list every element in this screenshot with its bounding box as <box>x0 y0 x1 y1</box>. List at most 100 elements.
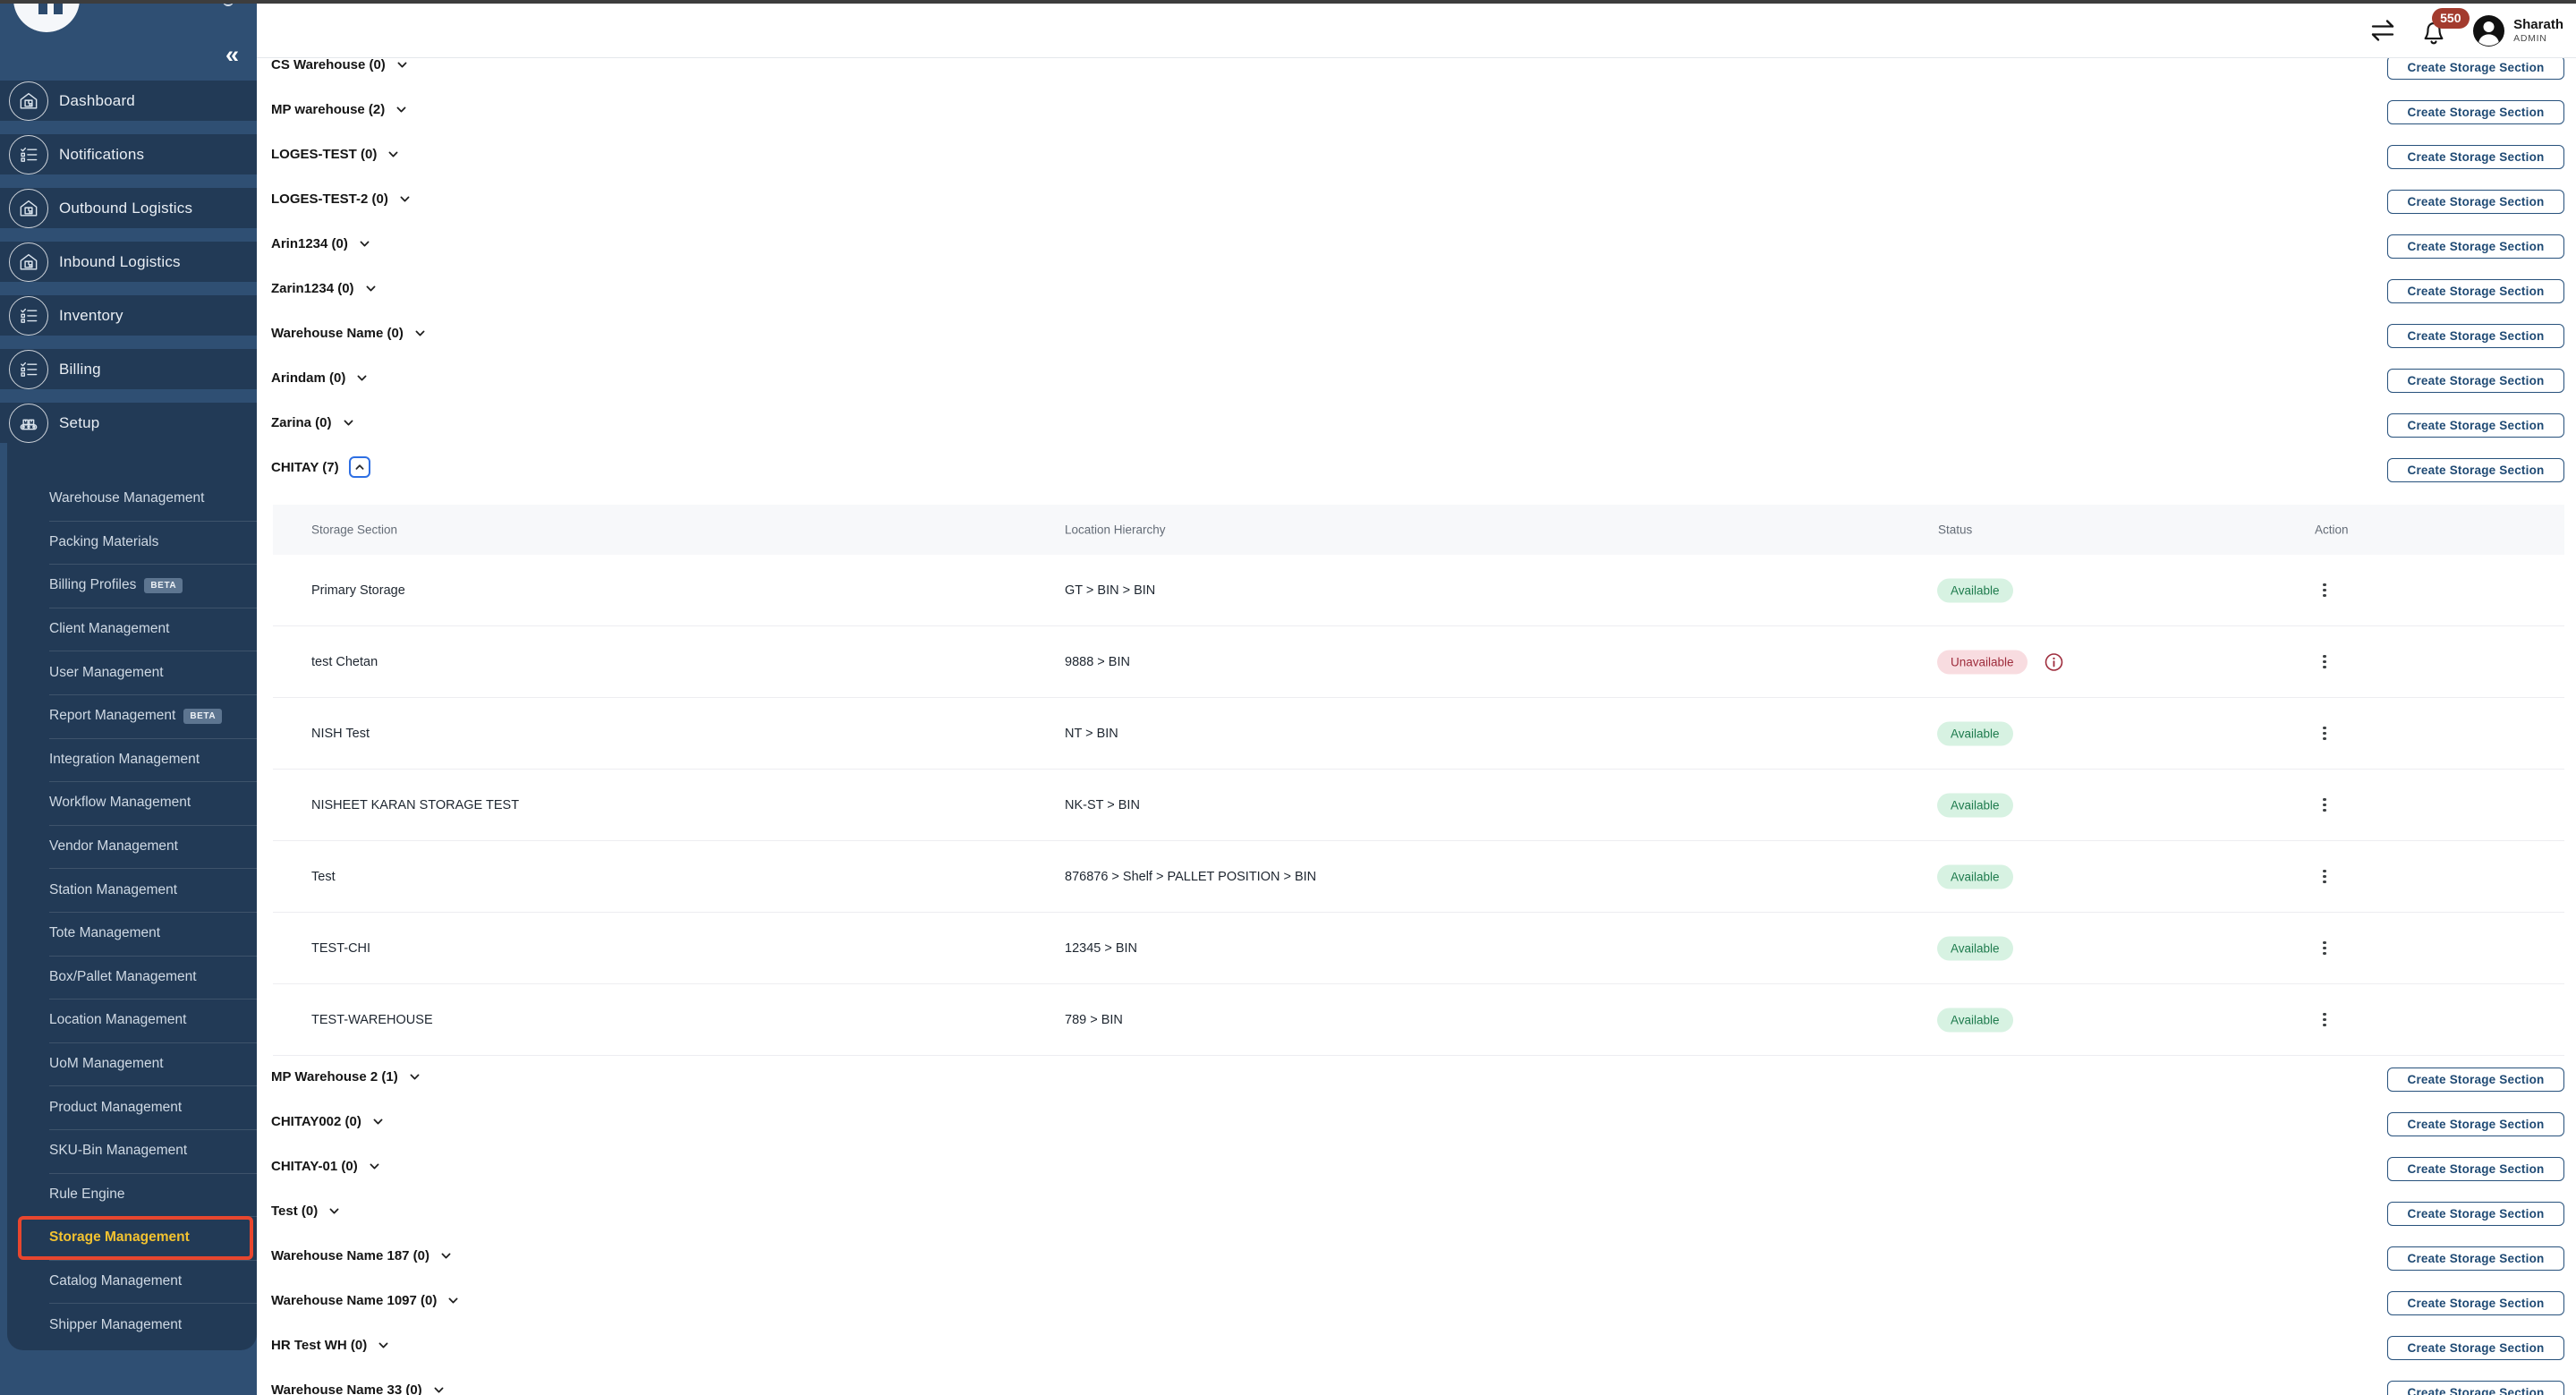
create-storage-section-button[interactable]: Create Storage Section <box>2387 145 2564 169</box>
submenu-item-label: Storage Management <box>49 1229 190 1246</box>
create-storage-section-button[interactable]: Create Storage Section <box>2387 1112 2564 1136</box>
chevron-down-icon[interactable] <box>395 103 408 116</box>
info-icon[interactable] <box>2044 651 2064 672</box>
table-row: TEST-CHI 12345 > BIN Available <box>273 913 2564 984</box>
chevron-down-icon[interactable] <box>355 371 369 385</box>
submenu-item[interactable]: Report Management BETA <box>7 694 257 738</box>
sidebar-menu-item[interactable]: Notifications <box>0 134 257 174</box>
create-storage-section-button[interactable]: Create Storage Section <box>2387 1291 2564 1315</box>
sidebar-menu-item[interactable]: Inbound Logistics <box>0 242 257 282</box>
warehouse-name: LOGES-TEST-2 (0) <box>271 191 388 207</box>
submenu-item[interactable]: Box/Pallet Management <box>7 956 257 999</box>
kebab-menu-icon[interactable] <box>2320 795 2329 815</box>
beta-badge: BETA <box>144 578 183 593</box>
create-storage-section-button[interactable]: Create Storage Section <box>2387 100 2564 124</box>
create-storage-section-button[interactable]: Create Storage Section <box>2387 413 2564 438</box>
submenu-item[interactable]: Storage Management <box>7 1216 257 1260</box>
status-cell: Available <box>1937 936 2013 960</box>
sidebar-menu-item[interactable]: Outbound Logistics <box>0 188 257 228</box>
chevron-down-icon[interactable] <box>432 1383 446 1395</box>
create-storage-section-button[interactable]: Create Storage Section <box>2387 1068 2564 1092</box>
warehouse-icon <box>9 189 48 228</box>
status-badge: Available <box>1937 936 2013 960</box>
create-storage-section-button[interactable]: Create Storage Section <box>2387 1246 2564 1271</box>
warehouse-name: Warehouse Name (0) <box>271 326 404 341</box>
sidebar-menu-item[interactable]: Inventory <box>0 295 257 336</box>
kebab-menu-icon[interactable] <box>2320 581 2329 600</box>
column-header-action: Action <box>2315 523 2349 537</box>
chevron-down-icon[interactable] <box>327 1204 341 1218</box>
chevron-down-icon[interactable] <box>387 148 400 161</box>
action-cell <box>2320 1010 2329 1030</box>
create-storage-section-button[interactable]: Create Storage Section <box>2387 1381 2564 1395</box>
kebab-menu-icon[interactable] <box>2320 867 2329 887</box>
location-hierarchy-cell: 876876 > Shelf > PALLET POSITION > BIN <box>1065 870 1316 884</box>
storage-section-cell: Primary Storage <box>311 583 405 598</box>
submenu-item[interactable]: Vendor Management <box>7 825 257 869</box>
submenu-item[interactable]: User Management <box>7 651 257 694</box>
submenu-item[interactable]: Catalog Management <box>7 1260 257 1304</box>
create-storage-section-button[interactable]: Create Storage Section <box>2387 55 2564 80</box>
chevron-down-icon[interactable] <box>446 1294 460 1307</box>
submenu-item[interactable]: Billing Profiles BETA <box>7 564 257 608</box>
warehouse-name: LOGES-TEST (0) <box>271 147 377 162</box>
app-logo[interactable] <box>13 0 80 32</box>
chevron-down-icon[interactable] <box>368 1160 381 1173</box>
kebab-menu-icon[interactable] <box>2320 1010 2329 1030</box>
chevron-down-icon[interactable] <box>377 1339 390 1352</box>
create-storage-section-button[interactable]: Create Storage Section <box>2387 458 2564 482</box>
chevron-down-icon[interactable] <box>342 416 355 430</box>
submenu-item[interactable]: Integration Management <box>7 738 257 782</box>
chevron-down-icon[interactable] <box>413 327 427 340</box>
create-storage-section-button[interactable]: Create Storage Section <box>2387 279 2564 303</box>
create-storage-section-button[interactable]: Create Storage Section <box>2387 1202 2564 1226</box>
submenu-item[interactable]: Location Management <box>7 999 257 1042</box>
submenu-item[interactable]: Station Management <box>7 868 257 912</box>
sidebar-menu-item[interactable]: Dashboard <box>0 81 257 121</box>
sidebar-collapse-icon[interactable]: « <box>225 43 239 67</box>
sidebar-menu-item[interactable]: Setup <box>0 403 257 443</box>
submenu-item[interactable]: Client Management <box>7 608 257 651</box>
status-badge: Available <box>1937 864 2013 889</box>
swap-arrows-icon[interactable] <box>2368 18 2397 43</box>
submenu-item[interactable]: Shipper Management <box>7 1303 257 1347</box>
submenu-item[interactable]: Product Management <box>7 1085 257 1129</box>
submenu-item[interactable]: UoM Management <box>7 1042 257 1086</box>
kebab-menu-icon[interactable] <box>2320 939 2329 958</box>
create-storage-section-button[interactable]: Create Storage Section <box>2387 1336 2564 1360</box>
submenu-item[interactable]: Packing Materials <box>7 521 257 565</box>
create-storage-section-button[interactable]: Create Storage Section <box>2387 1157 2564 1181</box>
warehouse-icon <box>9 242 48 282</box>
table-row: TEST-WAREHOUSE 789 > BIN Available <box>273 984 2564 1056</box>
create-storage-section-button[interactable]: Create Storage Section <box>2387 190 2564 214</box>
create-storage-section-button[interactable]: Create Storage Section <box>2387 324 2564 348</box>
kebab-menu-icon[interactable] <box>2320 724 2329 744</box>
action-cell <box>2320 652 2329 672</box>
chevron-down-icon[interactable] <box>439 1249 453 1263</box>
status-cell: Available <box>1937 721 2013 745</box>
chevron-up-icon[interactable] <box>349 456 370 478</box>
sidebar-menu-label: Notifications <box>59 146 144 164</box>
submenu-item[interactable]: Warehouse Management <box>7 477 257 521</box>
warehouse-row: Warehouse Name (0) Create Storage Sectio… <box>257 310 2576 355</box>
create-storage-section-button[interactable]: Create Storage Section <box>2387 234 2564 259</box>
submenu-item-label: Catalog Management <box>49 1273 182 1289</box>
chevron-down-icon[interactable] <box>371 1115 385 1128</box>
kebab-menu-icon[interactable] <box>2320 652 2329 672</box>
chevron-down-icon[interactable] <box>364 282 378 295</box>
submenu-item[interactable]: Workflow Management <box>7 781 257 825</box>
submenu-item[interactable]: Rule Engine <box>7 1173 257 1217</box>
chevron-down-icon[interactable] <box>408 1070 421 1084</box>
sidebar-menu-item[interactable]: Billing <box>0 349 257 389</box>
warehouse-name: Test (0) <box>271 1204 318 1219</box>
chevron-down-icon[interactable] <box>358 237 371 251</box>
chevron-down-icon[interactable] <box>398 192 412 206</box>
create-storage-section-button[interactable]: Create Storage Section <box>2387 369 2564 393</box>
warehouse-row: Warehouse Name 187 (0) Create Storage Se… <box>257 1233 2576 1278</box>
submenu-item[interactable]: SKU-Bin Management <box>7 1129 257 1173</box>
user-menu[interactable]: Sharath ADMIN <box>2472 14 2563 47</box>
status-badge: Unavailable <box>1937 650 2028 674</box>
notifications-bell[interactable]: 550 <box>2420 16 2449 45</box>
chevron-down-icon[interactable] <box>395 58 409 72</box>
submenu-item[interactable]: Tote Management <box>7 912 257 956</box>
